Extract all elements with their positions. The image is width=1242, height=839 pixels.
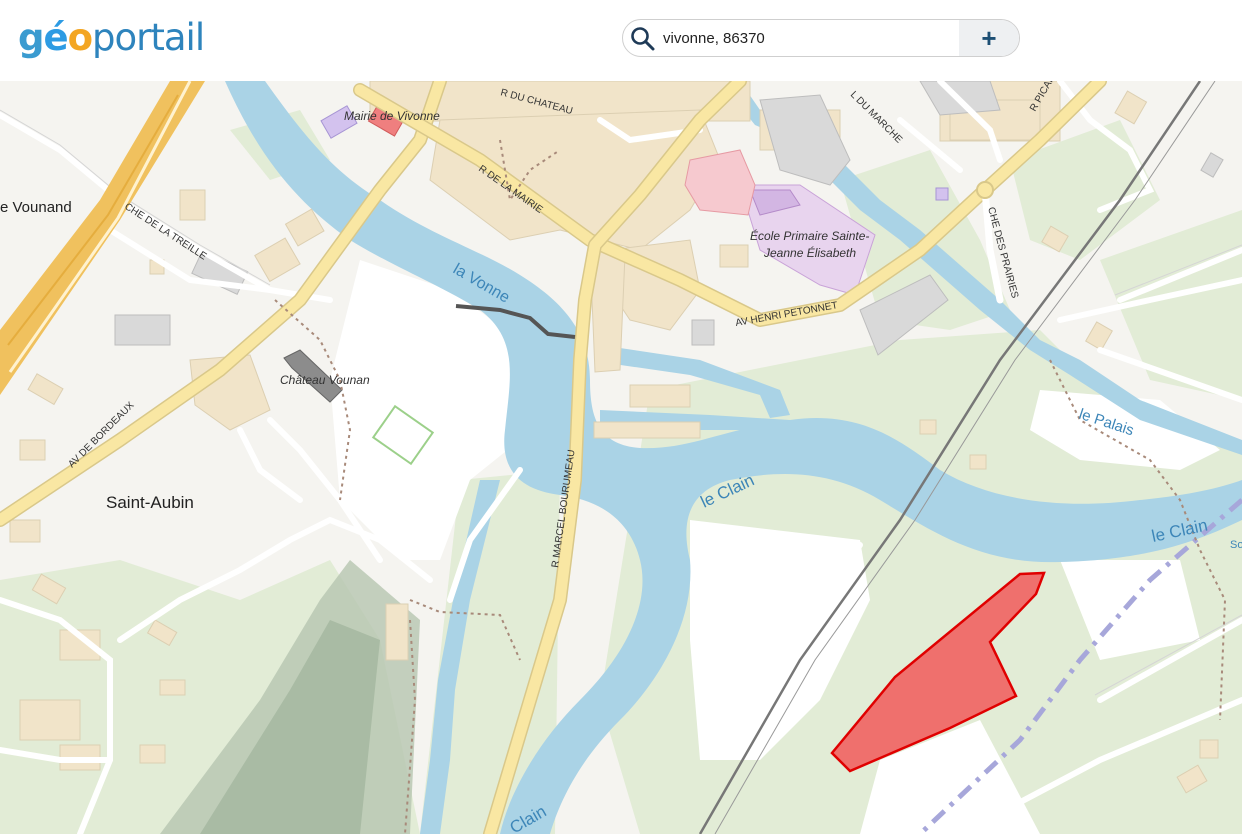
add-button[interactable]: +: [959, 20, 1019, 56]
label-ecole-1: École Primaire Sainte-: [750, 228, 869, 243]
map-canvas[interactable]: Mairie de Vivonne R DU CHATEAU L DU MARC…: [0, 73, 1242, 839]
header: géoportail +: [0, 0, 1242, 81]
map-view[interactable]: Mairie de Vivonne R DU CHATEAU L DU MARC…: [0, 73, 1242, 839]
search-box: +: [622, 19, 1020, 57]
purple-small: [935, 187, 949, 201]
geoportail-logo[interactable]: géoportail: [18, 14, 205, 62]
label-vounand: e Vounand: [0, 199, 72, 216]
logo-e: é: [43, 16, 69, 59]
logo-portail: portail: [92, 16, 205, 59]
search-input[interactable]: [663, 26, 963, 50]
roundabout: [976, 181, 994, 199]
label-ecole-2: Jeanne Élisabeth: [763, 245, 856, 260]
label-mairie: Mairie de Vivonne: [344, 109, 440, 123]
label-chateau-vounan: Château Vounan: [280, 373, 370, 387]
search-icon[interactable]: [630, 26, 656, 52]
label-saint-aubin: Saint-Aubin: [106, 493, 194, 512]
logo-g: g: [18, 16, 44, 59]
logo-o: o: [67, 16, 93, 59]
label-so: So: [1230, 539, 1242, 551]
